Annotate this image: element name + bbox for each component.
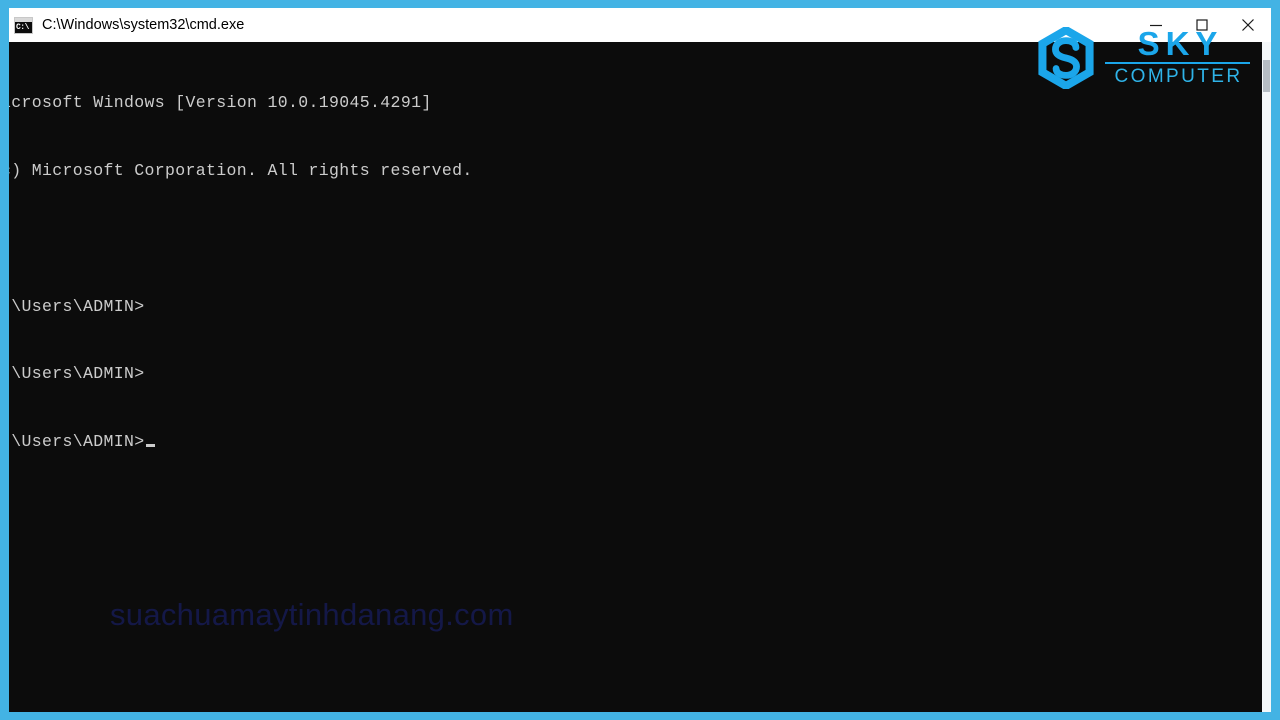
console-line: :\Users\ADMIN> xyxy=(9,296,145,316)
cmd-window: C:\ C:\Windows\system32\cmd.exe icrosoft… xyxy=(9,8,1271,712)
window-titlebar[interactable]: C:\ C:\Windows\system32\cmd.exe xyxy=(9,8,1271,42)
vertical-scrollbar[interactable] xyxy=(1262,42,1271,712)
maximize-icon xyxy=(1195,18,1209,32)
desktop-background: C:\ C:\Windows\system32\cmd.exe icrosoft… xyxy=(0,0,1280,720)
window-title: C:\Windows\system32\cmd.exe xyxy=(42,17,245,33)
console-line: icrosoft Windows [Version 10.0.19045.429… xyxy=(9,93,432,113)
minimize-icon xyxy=(1149,18,1163,32)
console-line: c) Microsoft Corporation. All rights res… xyxy=(9,160,473,180)
cmd-icon: C:\ xyxy=(14,16,33,34)
console-line: :\Users\ADMIN> xyxy=(9,364,145,384)
close-icon xyxy=(1240,17,1256,33)
close-button[interactable] xyxy=(1225,8,1271,42)
console-prompt: :\Users\ADMIN> xyxy=(9,432,145,452)
site-watermark: suachuamaytinhdanang.com xyxy=(110,597,514,632)
minimize-button[interactable] xyxy=(1133,8,1179,42)
maximize-button[interactable] xyxy=(1179,8,1225,42)
console-prompt-line: :\Users\ADMIN> xyxy=(9,431,473,454)
cmd-icon-glyph: C:\ xyxy=(16,22,29,32)
text-cursor xyxy=(145,444,155,448)
scrollbar-thumb[interactable] xyxy=(1263,60,1270,92)
console-output-area[interactable]: icrosoft Windows [Version 10.0.19045.429… xyxy=(9,42,1262,712)
console-text: icrosoft Windows [Version 10.0.19045.429… xyxy=(9,47,473,499)
